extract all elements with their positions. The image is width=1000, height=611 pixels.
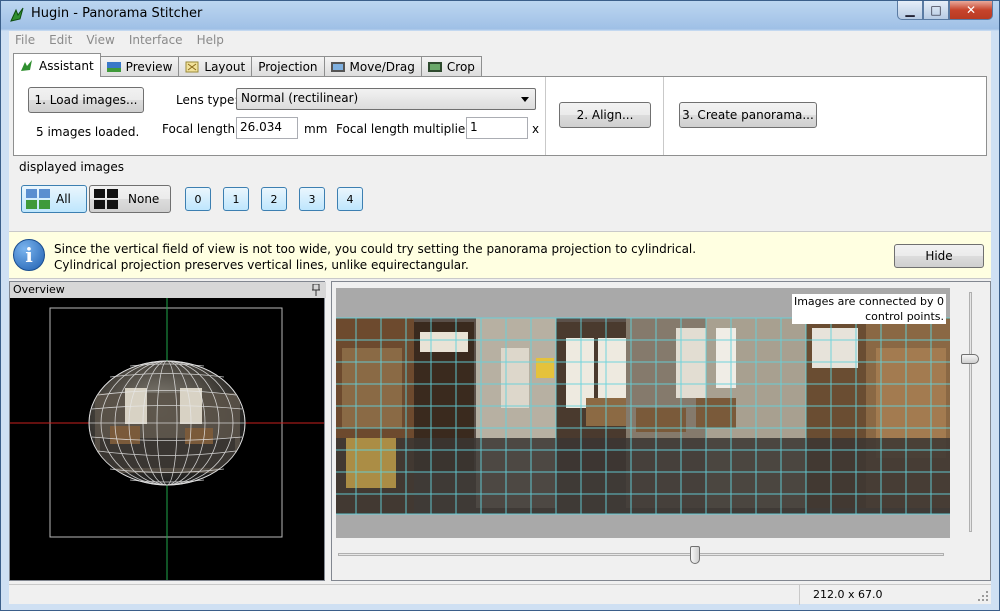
resize-grip-icon[interactable]	[977, 590, 989, 602]
minimize-icon: ▁	[905, 3, 915, 17]
move-drag-icon	[330, 62, 345, 72]
lens-type-value: Normal (rectilinear)	[241, 91, 359, 105]
assistant-panel: 1. Load images... 5 images loaded. Lens …	[13, 76, 987, 156]
layout-icon	[185, 61, 199, 73]
show-none-label: None	[128, 192, 160, 206]
status-bar: 212.0 x 67.0	[9, 584, 991, 605]
overview-sphere-view[interactable]	[10, 298, 324, 580]
menu-edit[interactable]: Edit	[49, 33, 72, 47]
crop-icon	[427, 62, 442, 72]
preview-icon	[106, 62, 121, 72]
info-line-2: Cylindrical projection preserves vertica…	[54, 258, 469, 272]
tab-projection-label: Projection	[258, 60, 318, 74]
image-toggle-0[interactable]: 0	[185, 187, 211, 211]
lens-type-label: Lens type:	[176, 93, 239, 107]
close-icon: ✕	[965, 3, 977, 17]
connection-status-text: Images are connected by 0 control points…	[791, 294, 946, 324]
tab-layout[interactable]: Layout	[178, 56, 253, 77]
tab-crop-label: Crop	[446, 60, 475, 74]
panorama-image[interactable]	[336, 288, 950, 538]
tab-move-drag[interactable]: Move/Drag	[323, 56, 422, 77]
separator	[663, 77, 664, 155]
focal-length-unit: mm	[304, 122, 328, 136]
menu-bar: File Edit View Interface Help	[9, 31, 991, 49]
hugin-app-icon	[10, 7, 24, 22]
overview-title: Overview	[13, 283, 65, 296]
menu-file[interactable]: File	[15, 33, 35, 47]
multiplier-label: Focal length multiplier:	[336, 122, 475, 136]
image-toggle-2[interactable]: 2	[261, 187, 287, 211]
multiplier-unit: x	[532, 122, 540, 136]
info-bar: i Since the vertical field of view is no…	[9, 231, 991, 279]
pin-icon[interactable]	[312, 284, 320, 296]
tab-projection[interactable]: Projection	[251, 56, 325, 77]
no-images-icon	[94, 189, 118, 209]
create-panorama-button[interactable]: 3. Create panorama...	[679, 102, 817, 128]
tab-assistant-label: Assistant	[39, 58, 94, 73]
tab-assistant[interactable]: Assistant	[13, 53, 101, 77]
tab-preview[interactable]: Preview	[99, 56, 180, 77]
overview-panel[interactable]: Overview	[9, 281, 326, 581]
displayed-images-label: displayed images	[19, 160, 125, 174]
panorama-preview-area[interactable]: Images are connected by 0 control points…	[336, 288, 950, 538]
tab-layout-label: Layout	[204, 60, 246, 74]
show-all-label: All	[56, 192, 71, 206]
hide-button[interactable]: Hide	[894, 244, 984, 268]
align-button[interactable]: 2. Align...	[559, 102, 651, 128]
separator	[545, 77, 546, 155]
load-images-button[interactable]: 1. Load images...	[28, 87, 144, 113]
title-bar[interactable]: Hugin - Panorama Stitcher ▁ □ ✕	[1, 1, 1000, 29]
maximize-icon: □	[930, 3, 942, 17]
status-separator	[799, 585, 800, 605]
show-all-button[interactable]: All	[21, 185, 87, 213]
tab-strip: Assistant Preview Layout Projection Move…	[13, 53, 482, 77]
menu-view[interactable]: View	[86, 33, 114, 47]
tab-preview-label: Preview	[125, 60, 173, 74]
close-button[interactable]: ✕	[949, 1, 993, 20]
panorama-sphere	[88, 360, 246, 486]
multiplier-field[interactable]: 1	[466, 117, 528, 139]
image-toggle-3[interactable]: 3	[299, 187, 325, 211]
preview-panel: Images are connected by 0 control points…	[331, 281, 991, 581]
connection-line-2: control points.	[865, 310, 944, 323]
image-toggle-4[interactable]: 4	[337, 187, 363, 211]
tab-crop[interactable]: Crop	[420, 56, 482, 77]
chevron-down-icon	[521, 97, 529, 102]
displayed-images-section: displayed images All None 0 1 2 3 4	[13, 157, 987, 229]
assistant-icon	[21, 59, 32, 71]
maximize-button[interactable]: □	[923, 1, 949, 20]
client-area: Assistant Preview Layout Projection Move…	[9, 49, 991, 605]
panorama-size-text: 212.0 x 67.0	[813, 588, 883, 601]
image-toggle-1[interactable]: 1	[223, 187, 249, 211]
vertical-fov-slider-thumb[interactable]	[961, 354, 979, 365]
focal-length-field[interactable]: 26.034	[236, 117, 298, 139]
all-images-icon	[26, 189, 50, 209]
vertical-fov-slider[interactable]	[969, 292, 972, 532]
main-window: Hugin - Panorama Stitcher ▁ □ ✕ File Edi…	[0, 0, 1000, 611]
lens-type-select[interactable]: Normal (rectilinear)	[236, 88, 536, 110]
menu-interface[interactable]: Interface	[129, 33, 183, 47]
horizontal-fov-slider[interactable]	[338, 553, 944, 556]
info-message: Since the vertical field of view is not …	[54, 241, 696, 273]
window-title: Hugin - Panorama Stitcher	[31, 6, 203, 21]
connection-line-1: Images are connected by 0	[793, 295, 944, 308]
minimize-button[interactable]: ▁	[897, 1, 923, 20]
tab-move-drag-label: Move/Drag	[349, 60, 415, 74]
show-none-button[interactable]: None	[89, 185, 171, 213]
images-loaded-text: 5 images loaded.	[36, 125, 140, 139]
overview-header: Overview	[10, 282, 326, 298]
panorama-photo	[336, 318, 950, 514]
horizontal-fov-slider-thumb[interactable]	[689, 546, 700, 564]
info-icon: i	[13, 239, 45, 271]
info-line-1: Since the vertical field of view is not …	[54, 242, 697, 256]
focal-length-label: Focal length:	[162, 122, 240, 136]
menu-help[interactable]: Help	[197, 33, 224, 47]
